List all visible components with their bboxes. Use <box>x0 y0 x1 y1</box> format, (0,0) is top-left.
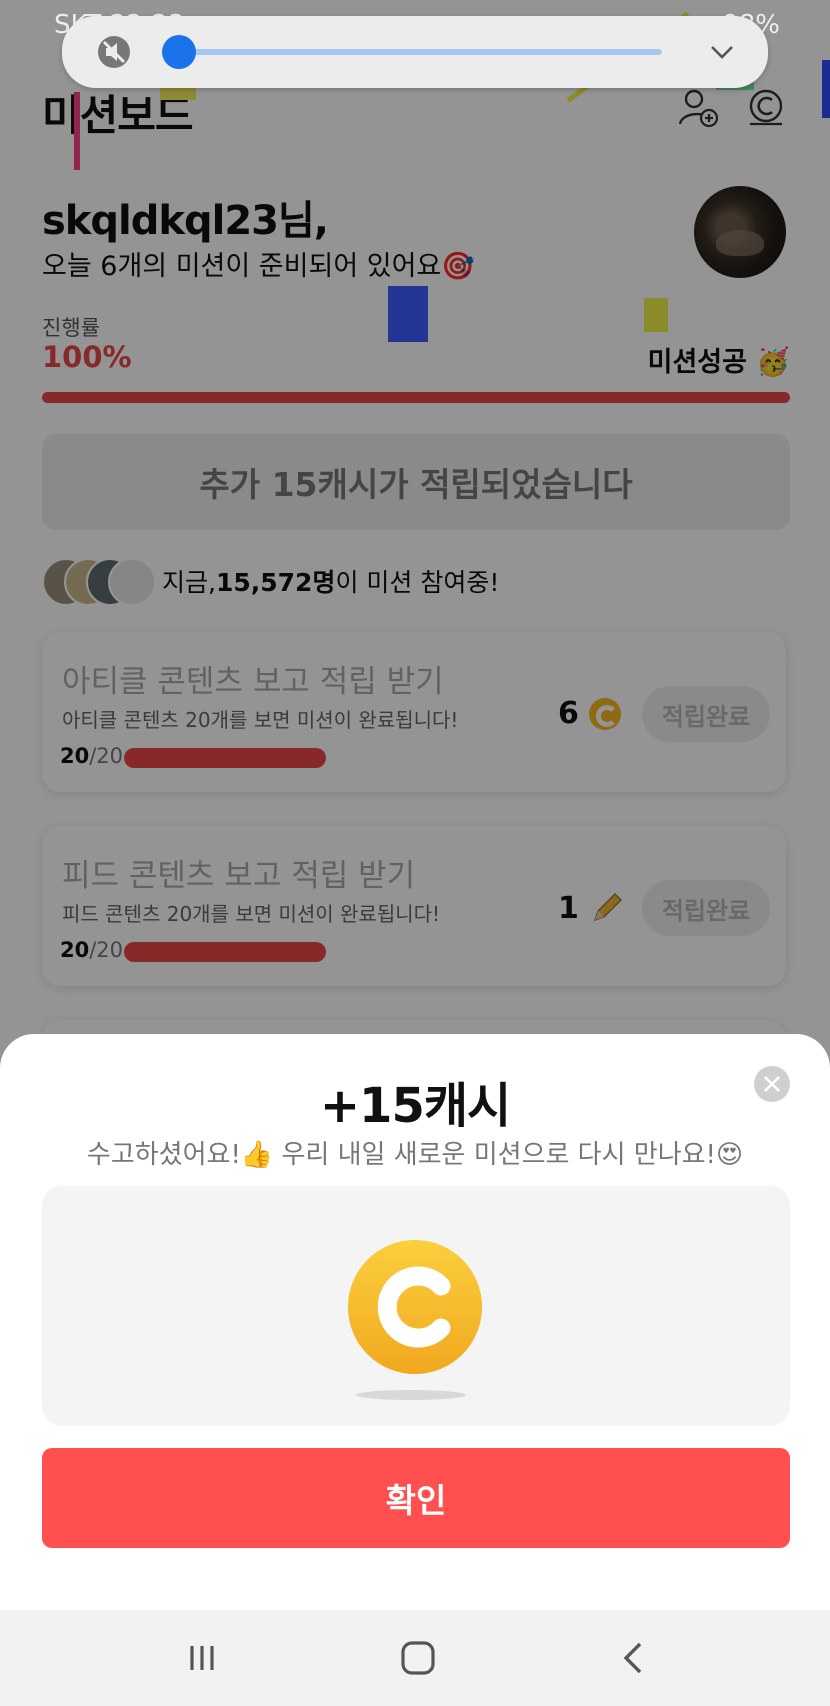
confirm-button[interactable]: 확인 <box>42 1448 790 1548</box>
coin-shadow <box>356 1390 466 1400</box>
home-icon[interactable] <box>394 1634 442 1682</box>
volume-slider-knob[interactable] <box>162 35 196 69</box>
recent-apps-icon[interactable] <box>178 1634 226 1682</box>
close-icon[interactable] <box>754 1066 790 1102</box>
back-icon[interactable] <box>610 1634 658 1682</box>
reward-title: +15캐시 <box>319 1078 511 1134</box>
mute-icon[interactable] <box>96 34 132 70</box>
system-nav-bar <box>0 1610 830 1706</box>
reward-message: 수고하셨어요!👍 우리 내일 새로운 미션으로 다시 만나요!😍 <box>86 1140 744 1170</box>
volume-slider-track[interactable] <box>180 49 662 55</box>
coin-icon <box>348 1240 482 1374</box>
volume-panel <box>62 16 768 88</box>
chevron-down-icon[interactable] <box>708 38 736 66</box>
